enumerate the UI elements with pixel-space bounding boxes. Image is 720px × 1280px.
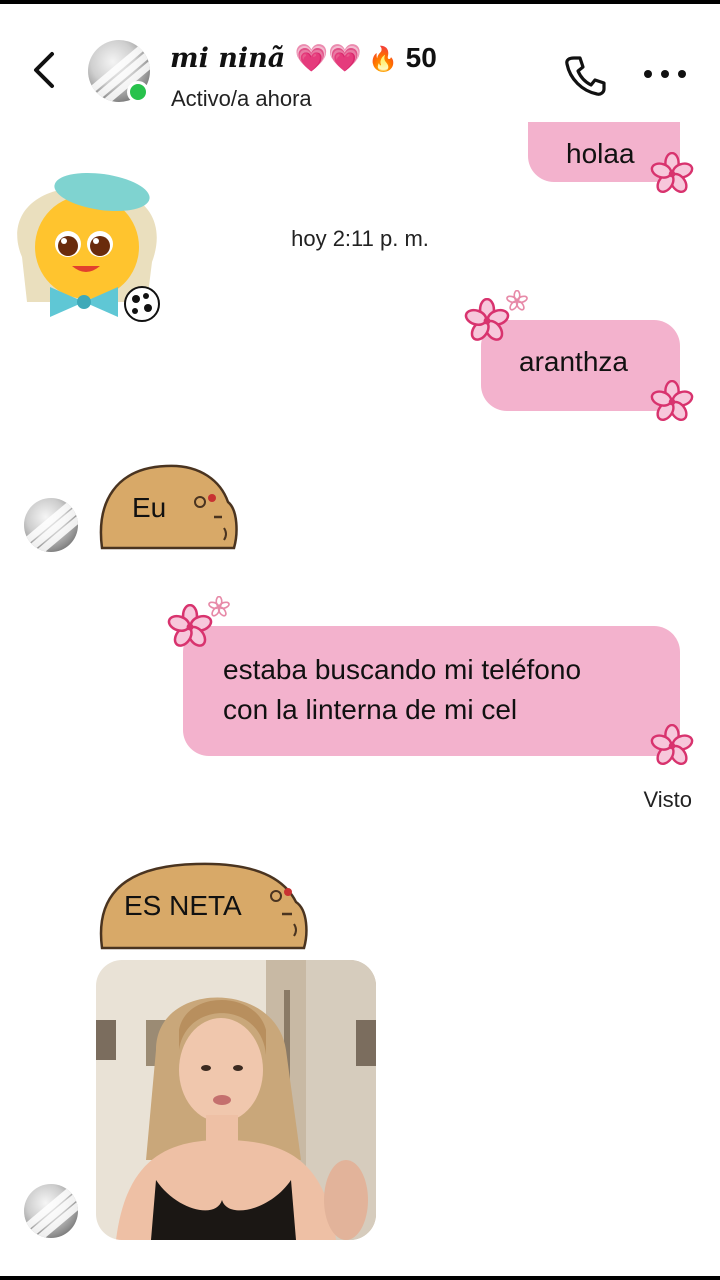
fire-icon: 🔥 bbox=[368, 46, 398, 73]
capybara-sticker[interactable]: Eu bbox=[96, 462, 240, 558]
more-options-button[interactable] bbox=[640, 54, 690, 94]
received-photo[interactable] bbox=[96, 960, 376, 1240]
chevron-left-icon bbox=[34, 52, 54, 88]
message-text-line-2: con la linterna de mi cel bbox=[223, 694, 518, 725]
message-text: holaa bbox=[566, 138, 635, 169]
phone-icon bbox=[565, 56, 606, 96]
online-indicator bbox=[127, 81, 149, 103]
photo-image bbox=[96, 960, 376, 1240]
contact-name-text: mi ninã bbox=[170, 43, 286, 74]
flower-decoration-icon bbox=[650, 152, 694, 194]
capybara-sticker[interactable]: ES NETA bbox=[96, 862, 312, 954]
back-button[interactable] bbox=[26, 48, 62, 92]
message-text: aranthza bbox=[519, 346, 628, 377]
streak-count: 50 bbox=[405, 42, 437, 73]
small-flower-icon bbox=[208, 596, 230, 617]
more-horizontal-icon bbox=[644, 70, 686, 78]
timestamp: hoy 2:11 p. m. bbox=[291, 226, 429, 251]
seen-receipt: Visto bbox=[643, 787, 692, 812]
sticker-text: ES NETA bbox=[124, 890, 242, 921]
sent-message-bubble[interactable]: estaba buscando mi teléfono con la linte… bbox=[183, 626, 680, 756]
heart-emojis: 💗💗 bbox=[294, 43, 362, 74]
contact-avatar-small[interactable] bbox=[24, 1184, 78, 1238]
small-flower-icon bbox=[506, 290, 528, 311]
active-status: Activo/a ahora bbox=[171, 86, 312, 111]
message-text-line-1: estaba buscando mi teléfono bbox=[223, 654, 582, 685]
girl-emoji-sticker[interactable] bbox=[2, 162, 172, 332]
flower-decoration-icon bbox=[650, 380, 694, 422]
streak-badge: 🔥 50 bbox=[368, 42, 437, 74]
bottom-edge bbox=[0, 1276, 720, 1280]
sticker-text: Eu bbox=[132, 492, 167, 523]
message-thread[interactable]: holaa hoy 2:11 p. m. aranthza Eu estaba … bbox=[0, 122, 720, 1276]
flower-decoration-icon bbox=[167, 604, 213, 647]
capybara-icon bbox=[99, 464, 238, 550]
contact-name[interactable]: mi ninã 💗💗 bbox=[170, 42, 362, 74]
call-button[interactable] bbox=[560, 52, 608, 100]
contact-avatar-small[interactable] bbox=[24, 498, 78, 552]
chat-header: mi ninã 💗💗 🔥 50 Activo/a ahora bbox=[0, 4, 720, 122]
flower-decoration-icon bbox=[464, 298, 510, 341]
flower-decoration-icon bbox=[650, 724, 694, 766]
